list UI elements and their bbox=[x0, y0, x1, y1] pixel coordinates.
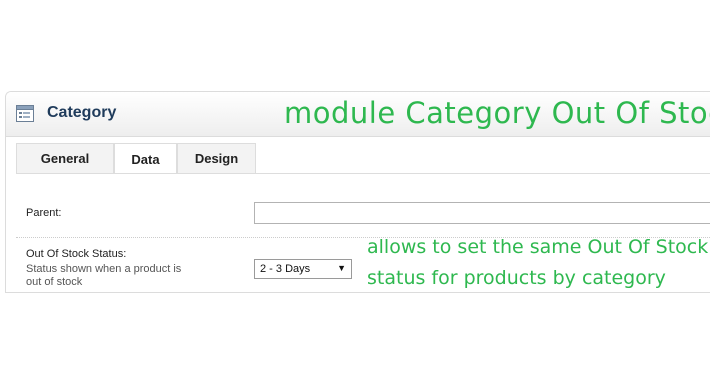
category-panel: Category module Category Out Of Stock Ge… bbox=[5, 91, 710, 293]
stock-status-select[interactable]: 2 - 3 Days ▼ bbox=[254, 259, 352, 279]
promo-note-line2: status for products by category bbox=[367, 267, 666, 289]
tab-design[interactable]: Design bbox=[177, 143, 256, 173]
parent-label: Parent: bbox=[26, 207, 62, 219]
parent-input[interactable] bbox=[254, 202, 710, 224]
promo-note-line1: allows to set the same Out Of Stock bbox=[367, 236, 709, 258]
tab-divider bbox=[16, 173, 710, 174]
panel-header: Category module Category Out Of Stock bbox=[6, 92, 710, 137]
stock-status-value: 2 - 3 Days bbox=[260, 263, 311, 275]
promo-title: module Category Out Of Stock bbox=[284, 96, 710, 130]
stock-status-help-line2: out of stock bbox=[26, 276, 83, 288]
category-icon bbox=[16, 105, 34, 122]
dropdown-arrow-icon: ▼ bbox=[337, 263, 346, 273]
stock-status-label: Out Of Stock Status: bbox=[26, 248, 127, 260]
tab-general[interactable]: General bbox=[16, 143, 114, 173]
tab-data[interactable]: Data bbox=[114, 143, 177, 174]
page-title: Category bbox=[47, 104, 117, 121]
stock-status-help-line1: Status shown when a product is bbox=[26, 263, 182, 275]
